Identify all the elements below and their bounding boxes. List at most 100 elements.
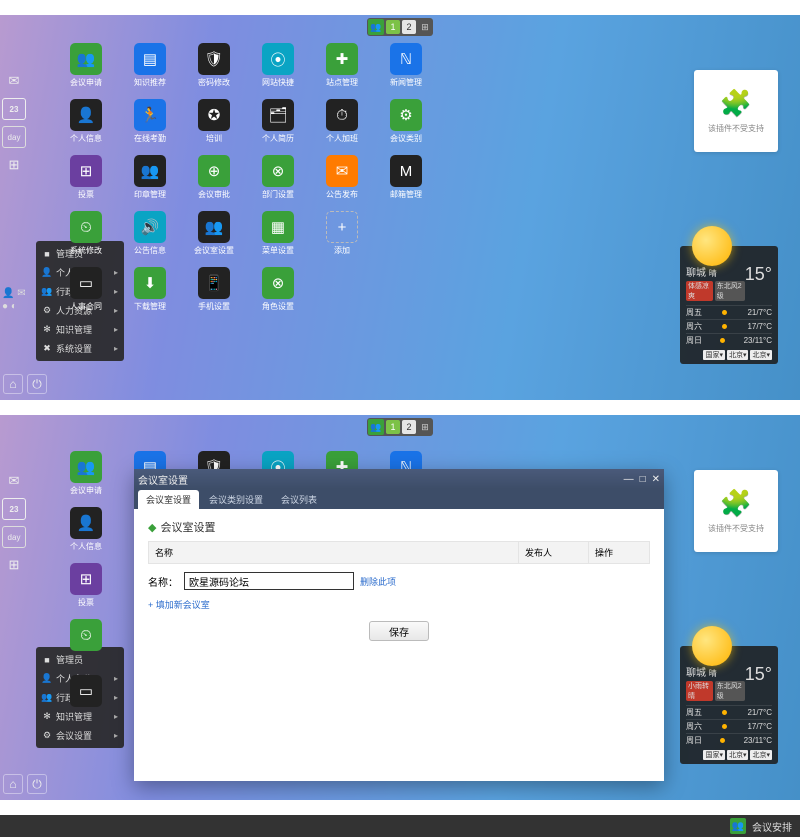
- left-sidebar: ✉ 23 day ⊞: [2, 470, 34, 576]
- desktop-app[interactable]: ⏲: [55, 619, 117, 675]
- pager-page-1[interactable]: 1: [386, 420, 400, 434]
- weather-city: 聊城: [686, 668, 706, 679]
- tab-list[interactable]: 会议列表: [273, 490, 325, 509]
- mail-icon[interactable]: ✉: [2, 70, 26, 92]
- app-label: 网站快捷: [262, 77, 294, 88]
- desktop-app[interactable]: ▤知识推荐: [119, 43, 181, 99]
- desktop-pager: 👥 1 2 ⊞: [367, 18, 433, 36]
- desktop-app[interactable]: ⬇下载管理: [119, 267, 181, 323]
- calendar-icon[interactable]: 23: [2, 98, 26, 120]
- desktop-app[interactable]: 📱手机设置: [183, 267, 245, 323]
- app-label: 菜单设置: [262, 245, 294, 256]
- add-room-link[interactable]: + 填加新会议室: [148, 598, 650, 611]
- pager-page-1[interactable]: 1: [386, 20, 400, 34]
- app-label: 会议申请: [70, 77, 102, 88]
- app-label: 会议室设置: [194, 245, 234, 256]
- sun-dot-icon: [720, 738, 725, 743]
- add-tile-icon[interactable]: ⊞: [2, 554, 26, 576]
- window-close-icon[interactable]: ✕: [652, 474, 660, 485]
- desktop-app[interactable]: ⊗角色设置: [247, 267, 309, 323]
- col-publisher: 发布人: [519, 542, 589, 563]
- mail-icon[interactable]: ✉: [2, 470, 26, 492]
- desktop-app[interactable]: ℕ新闻管理: [375, 43, 437, 99]
- desktop-app[interactable]: 👥会议申请: [55, 451, 117, 507]
- weather-select-country[interactable]: 国家▾: [703, 750, 725, 760]
- gear-icon: ⚙: [42, 730, 52, 741]
- app-label: 印章管理: [134, 189, 166, 200]
- desktop-app[interactable]: ▭人事合同: [55, 267, 117, 323]
- desktop-app[interactable]: 👤个人信息: [55, 507, 117, 563]
- desktop-app[interactable]: +添加: [311, 211, 373, 267]
- tray-user-icon[interactable]: 👤 ✉: [2, 288, 26, 299]
- meeting-room-window: 会议室设置 ― □ ✕ 会议室设置 会议类别设置 会议列表 ◆会议室设置 名称 …: [134, 469, 664, 781]
- desktop-app[interactable]: ▦菜单设置: [247, 211, 309, 267]
- plugin-text: 该插件不受支持: [708, 523, 764, 534]
- delete-link[interactable]: 删除此项: [360, 575, 396, 588]
- weather-select-city[interactable]: 北京▾: [750, 750, 772, 760]
- taskbar-label[interactable]: 会议安排: [752, 819, 792, 834]
- desktop-app[interactable]: 🔊公告信息: [119, 211, 181, 267]
- desktop-app[interactable]: 🛡密码修改: [183, 43, 245, 99]
- app-label: 角色设置: [262, 301, 294, 312]
- desktop-app[interactable]: ⊗部门设置: [247, 155, 309, 211]
- desktop-app[interactable]: ✚站点管理: [311, 43, 373, 99]
- weather-select-prov[interactable]: 北京▾: [727, 750, 749, 760]
- power-icon[interactable]: ⏻: [27, 374, 47, 394]
- desktop-app[interactable]: ✪培训: [183, 99, 245, 155]
- tab-category[interactable]: 会议类别设置: [201, 490, 271, 509]
- app-label: 部门设置: [262, 189, 294, 200]
- window-min-icon[interactable]: ―: [624, 474, 634, 485]
- pager-icon: 👥: [368, 419, 384, 435]
- weather-select-country[interactable]: 国家▾: [703, 350, 725, 360]
- app-label: 投票: [78, 597, 94, 608]
- add-tile-icon[interactable]: ⊞: [2, 154, 26, 176]
- taskbar-meeting-icon[interactable]: 👥: [730, 818, 746, 834]
- desktop-app[interactable]: 🏃在线考勤: [119, 99, 181, 155]
- save-button[interactable]: 保存: [369, 621, 429, 641]
- room-name-input[interactable]: [184, 572, 354, 590]
- desktop-app[interactable]: 👥会议申请: [55, 43, 117, 99]
- desktop-app[interactable]: 🗂个人简历: [247, 99, 309, 155]
- calendar-icon[interactable]: 23: [2, 498, 26, 520]
- window-titlebar[interactable]: 会议室设置 ― □ ✕: [134, 469, 664, 489]
- pager-grid-icon[interactable]: ⊞: [418, 420, 432, 434]
- desktop-app[interactable]: 👥会议室设置: [183, 211, 245, 267]
- desktop-app[interactable]: M邮箱管理: [375, 155, 437, 211]
- day-icon[interactable]: day: [2, 526, 26, 548]
- home-icon[interactable]: ⌂: [3, 374, 23, 394]
- weather-badge-2: 东北风2级: [715, 281, 745, 301]
- desktop-app[interactable]: ⚙会议类别: [375, 99, 437, 155]
- weather-badge-1: 体感凉爽: [686, 281, 713, 301]
- desktop-app[interactable]: ⊞投票: [55, 563, 117, 619]
- col-name: 名称: [149, 542, 519, 563]
- form-label: 名称：: [148, 574, 178, 589]
- day-icon[interactable]: day: [2, 126, 26, 148]
- users-icon: 👥: [42, 286, 52, 297]
- desktop-app[interactable]: ⏱个人加班: [311, 99, 373, 155]
- pager-grid-icon[interactable]: ⊞: [418, 20, 432, 34]
- power-icon[interactable]: ⏻: [27, 774, 47, 794]
- desktop-app[interactable]: 👥印章管理: [119, 155, 181, 211]
- weather-select-prov[interactable]: 北京▾: [727, 350, 749, 360]
- window-max-icon[interactable]: □: [640, 474, 646, 485]
- forecast-day: 周日: [686, 735, 702, 746]
- table-header: 名称 发布人 操作: [148, 541, 650, 564]
- puzzle-icon: 🧩: [720, 488, 752, 519]
- desktop-app[interactable]: ▭: [55, 675, 117, 731]
- menu-item-system[interactable]: ✖系统设置▸: [36, 339, 124, 358]
- home-icon[interactable]: ⌂: [3, 774, 23, 794]
- tab-room[interactable]: 会议室设置: [138, 490, 199, 509]
- weather-select-city[interactable]: 北京▾: [750, 350, 772, 360]
- app-tile-icon: ⏲: [70, 619, 102, 651]
- desktop-app[interactable]: ✉公告发布: [311, 155, 373, 211]
- desktop-app[interactable]: ⊕会议审批: [183, 155, 245, 211]
- desktop-app[interactable]: 👤个人信息: [55, 99, 117, 155]
- desktop-app[interactable]: ⊞投票: [55, 155, 117, 211]
- forecast-day: 周日: [686, 335, 702, 346]
- section-header: ◆会议室设置: [148, 519, 650, 535]
- tray-dot-icon[interactable]: ● ◐: [2, 301, 26, 312]
- pager-page-2[interactable]: 2: [402, 20, 416, 34]
- desktop-app[interactable]: ⦿网站快捷: [247, 43, 309, 99]
- pager-page-2[interactable]: 2: [402, 420, 416, 434]
- desktop-app[interactable]: ⏲系统修改: [55, 211, 117, 267]
